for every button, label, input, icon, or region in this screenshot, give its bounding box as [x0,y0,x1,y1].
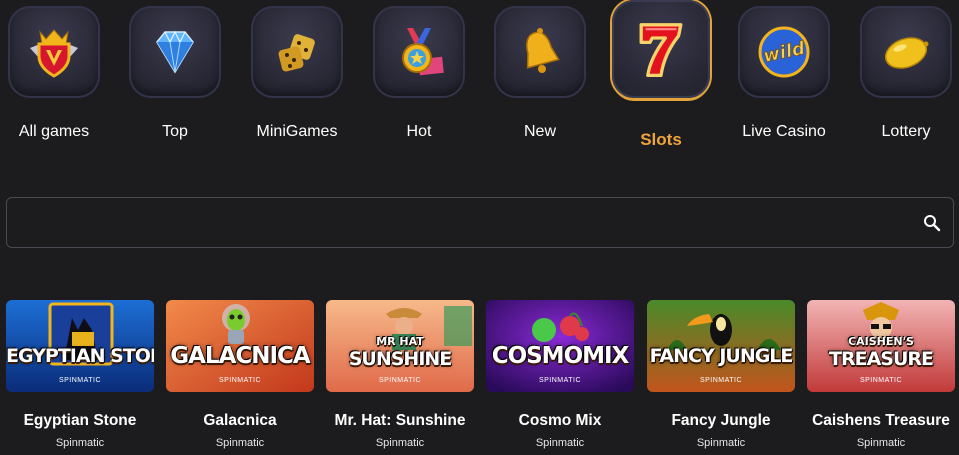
crown-shield-icon [30,29,78,78]
game-card-egyptian-stone[interactable]: EGYPTIAN STONE SPINMATIC Egyptian Stone … [6,300,154,455]
category-label: All games [18,123,90,140]
category-tile [251,6,343,98]
game-thumb-provider: SPINMATIC [378,377,422,384]
category-label: New [523,123,556,140]
game-provider: Spinmatic [535,437,585,449]
search-bar[interactable] [6,197,954,248]
game-title[interactable]: Egyptian Stone [0,412,168,430]
game-logo-main: SUNSHINE [348,348,453,370]
medal-icon [402,28,444,76]
category-hot[interactable]: Hot [371,0,467,160]
game-logo-text: MR HAT SUNSHINE [326,336,474,371]
game-card-cosmo-mix[interactable]: COSMOMIX SPINMATIC Cosmo Mix Spinmatic [486,300,634,455]
category-tile [860,6,952,98]
game-logo-main: TREASURE [829,348,934,370]
seven-icon [639,23,683,78]
game-title[interactable]: Cosmo Mix [472,412,648,430]
game-card-mr-hat-sunshine[interactable]: MR HAT SUNSHINE SPINMATIC Mr. Hat: Sunsh… [326,300,474,455]
game-provider: Spinmatic [375,437,425,449]
category-all-games[interactable]: All games [6,0,102,160]
category-tile: wild [738,6,830,98]
lemon-icon [884,37,929,69]
game-thumb-provider: SPINMATIC [859,377,903,384]
diamond-icon [156,30,194,74]
game-logo-text: GALACNICA [166,344,314,368]
game-card-fancy-jungle[interactable]: FANCY JUNGLE SPINMATIC Fancy Jungle Spin… [647,300,795,455]
game-title[interactable]: Caishens Treasure [793,412,959,430]
game-thumbnail[interactable]: COSMOMIX SPINMATIC [486,300,634,392]
category-nav: All games Top MiniGames Hot New Slots wi… [0,0,959,160]
game-provider: Spinmatic [856,437,906,449]
category-label: Live Casino [742,123,826,140]
game-thumbnail[interactable]: FANCY JUNGLE SPINMATIC [647,300,795,392]
category-label: Top [162,123,188,140]
category-label: Hot [406,123,432,140]
game-thumb-provider: SPINMATIC [58,377,102,384]
game-logo-text: EGYPTIAN STONE [6,344,154,368]
game-logo-main: EGYPTIAN STONE [6,345,154,367]
category-top[interactable]: Top [127,0,223,160]
game-provider: Spinmatic [215,437,265,449]
game-thumbnail[interactable]: MR HAT SUNSHINE SPINMATIC [326,300,474,392]
search-input[interactable] [7,198,907,247]
game-provider: Spinmatic [55,437,105,449]
category-label: Lottery [881,123,931,140]
game-title[interactable]: Galacnica [152,412,328,430]
game-card-caishens-treasure[interactable]: CAISHEN'S TREASURE SPINMATIC Caishens Tr… [807,300,955,455]
category-tile [129,6,221,98]
category-live-casino[interactable]: wild Live Casino [736,0,832,160]
game-logo-text: CAISHEN'S TREASURE [807,336,955,371]
game-thumbnail[interactable]: GALACNICA SPINMATIC [166,300,314,392]
category-lottery[interactable]: Lottery [858,0,954,160]
category-tile [8,6,100,98]
game-logo-main: GALACNICA [170,343,311,369]
category-tile [373,6,465,98]
game-title[interactable]: Fancy Jungle [633,412,809,430]
category-tile [612,0,710,98]
game-card-galacnica[interactable]: GALACNICA SPINMATIC Galacnica Spinmatic [166,300,314,455]
game-provider: Spinmatic [696,437,746,449]
game-logo-pretext: MR HAT [376,335,424,348]
game-thumbnail[interactable]: CAISHEN'S TREASURE SPINMATIC [807,300,955,392]
category-minigames[interactable]: MiniGames [249,0,345,160]
category-slots[interactable]: Slots [612,0,710,160]
dice-icon [278,34,315,72]
game-thumb-provider: SPINMATIC [218,377,262,384]
game-logo-text: FANCY JUNGLE [647,344,795,368]
game-logo-pretext: CAISHEN'S [848,335,914,348]
wild-icon: wild [758,26,810,78]
bell-icon [526,28,560,73]
category-label: MiniGames [256,123,338,140]
game-title[interactable]: Mr. Hat: Sunshine [312,412,488,430]
game-grid: EGYPTIAN STONE SPINMATIC Egyptian Stone … [0,300,959,455]
game-thumb-provider: SPINMATIC [699,377,743,384]
game-logo-main: COSMOMIX [491,343,630,369]
game-logo-main: FANCY JUNGLE [649,345,794,367]
search-icon[interactable] [923,214,941,232]
game-thumbnail[interactable]: EGYPTIAN STONE SPINMATIC [6,300,154,392]
category-new[interactable]: New [492,0,588,160]
game-logo-text: COSMOMIX [486,344,634,368]
category-tile [494,6,586,98]
game-thumb-provider: SPINMATIC [538,377,582,384]
category-label: Slots [640,130,682,149]
